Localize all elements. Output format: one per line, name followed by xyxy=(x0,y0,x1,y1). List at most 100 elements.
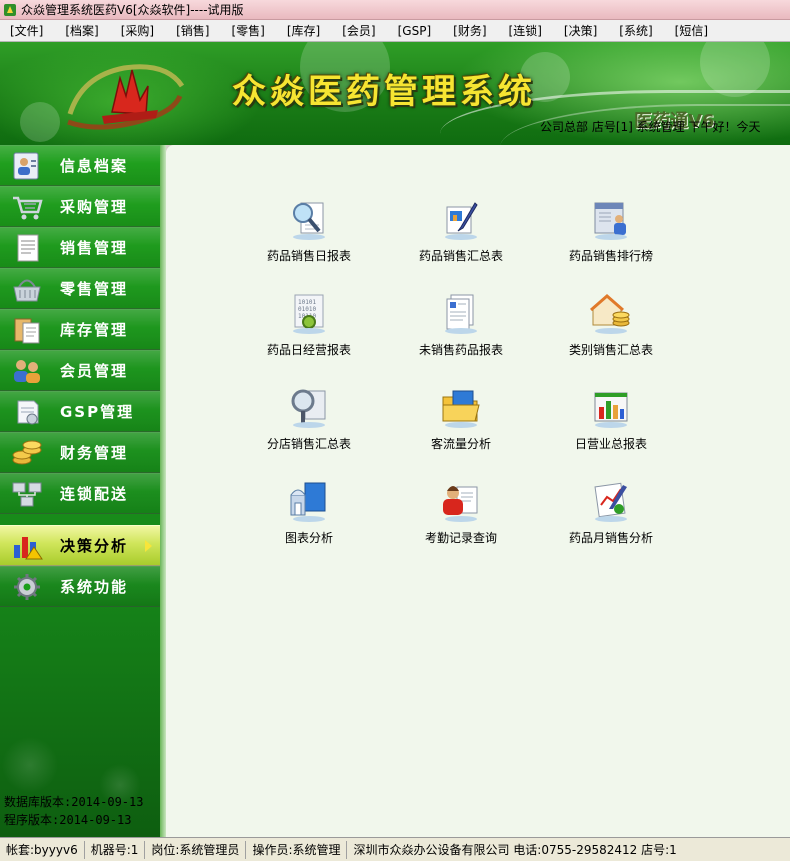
menu-gsp[interactable]: [GSP] xyxy=(394,24,436,38)
report-daily-operations[interactable]: 10101 01010 10110 药品日经营报表 xyxy=(234,291,384,371)
app-version-label: 程序版本:2014-09-13 xyxy=(4,813,132,827)
chart-icon xyxy=(14,536,43,559)
sidebar-item-info-archive[interactable]: 信息档案 xyxy=(0,145,160,186)
session-info: 公司总部 店号[1] 系统管理 下午好！今天 xyxy=(540,120,761,134)
menu-file[interactable]: [文件] xyxy=(6,22,47,39)
menu-bar: [文件] [档案] [采购] [销售] [零售] [库存] [会员] [GSP]… xyxy=(0,20,790,42)
report-branch-summary[interactable]: 分店销售汇总表 xyxy=(234,385,384,465)
report-category-summary[interactable]: 类别销售汇总表 xyxy=(536,291,686,371)
report-chart-analysis[interactable]: 图表分析 xyxy=(234,479,384,559)
sidebar-item-gsp[interactable]: GSP管理 xyxy=(0,391,160,432)
attendance-icon xyxy=(443,486,478,522)
decorative-bubble xyxy=(700,42,770,97)
folder-icon xyxy=(442,390,480,428)
svg-text:10101: 10101 xyxy=(298,299,316,306)
status-bar: 帐套:byyyv6 机器号:1 岗位:系统管理员 操作员:系统管理 深圳市众焱办… xyxy=(0,837,790,861)
menu-member[interactable]: [会员] xyxy=(338,22,379,39)
report-label: 分店销售汇总表 xyxy=(266,437,351,451)
house-coins-icon xyxy=(590,294,630,334)
report-monthly-sales[interactable]: 药品月销售分析 xyxy=(536,479,686,559)
profile-card-icon xyxy=(13,152,39,179)
sidebar-item-sales[interactable]: 销售管理 xyxy=(0,227,160,268)
paper-list-icon xyxy=(445,294,477,334)
header-banner: 众焱医药管理系统 医药通V6 公司总部 店号[1] 系统管理 下午好！今天 xyxy=(0,42,790,145)
bar-chart-icon xyxy=(594,392,628,428)
menu-finance[interactable]: [财务] xyxy=(449,22,490,39)
menu-inventory[interactable]: [库存] xyxy=(283,22,324,39)
report-daily-business[interactable]: 日营业总报表 xyxy=(536,385,686,465)
report-label: 考勤记录查询 xyxy=(424,531,497,545)
report-label: 日营业总报表 xyxy=(574,437,647,451)
sidebar-item-label: GSP管理 xyxy=(60,403,135,421)
report-unsold-drugs[interactable]: 未销售药品报表 xyxy=(386,291,536,371)
gear-icon xyxy=(14,573,40,600)
shopping-cart-icon xyxy=(13,196,43,219)
decorative-bubble xyxy=(20,102,60,142)
sidebar-item-purchase[interactable]: 采购管理 xyxy=(0,186,160,227)
sidebar-item-label: 会员管理 xyxy=(60,362,129,380)
magnifier-report-icon xyxy=(293,202,325,240)
company-logo xyxy=(67,64,185,130)
report-label: 药品销售汇总表 xyxy=(418,249,503,263)
sidebar-item-label: 采购管理 xyxy=(60,198,129,216)
menu-purchase[interactable]: [采购] xyxy=(117,22,158,39)
ranking-report-icon xyxy=(594,202,627,240)
menu-retail[interactable]: [零售] xyxy=(228,22,269,39)
report-sales-summary[interactable]: 药品销售汇总表 xyxy=(386,197,536,277)
menu-decision[interactable]: [决策] xyxy=(560,22,601,39)
sidebar-item-label: 决策分析 xyxy=(60,537,129,555)
status-company: 深圳市众焱办公设备有限公司 电话:0755-29582412 店号:1 xyxy=(353,842,677,857)
sidebar-item-label: 信息档案 xyxy=(60,157,129,175)
report-label: 药品销售排行榜 xyxy=(568,249,653,263)
report-label: 药品销售日报表 xyxy=(266,249,351,263)
sidebar-item-label: 财务管理 xyxy=(60,444,129,462)
binary-data-icon: 10101 01010 10110 xyxy=(293,294,325,334)
window-title: 众焱管理系统医药V6[众焱软件]----试用版 xyxy=(21,3,244,17)
basket-icon xyxy=(13,279,41,301)
pen-report-icon xyxy=(445,202,478,240)
sidebar-item-inventory[interactable]: 库存管理 xyxy=(0,309,160,350)
report-sales-ranking[interactable]: 药品销售排行榜 xyxy=(536,197,686,277)
sidebar-item-decision-analysis[interactable]: 决策分析 xyxy=(0,525,160,566)
report-label: 未销售药品报表 xyxy=(418,343,503,357)
monthly-analysis-icon xyxy=(594,482,627,522)
app-icon xyxy=(4,3,16,16)
db-version-label: 数据库版本:2014-09-13 xyxy=(4,795,144,809)
report-customer-flow[interactable]: 客流量分析 xyxy=(386,385,536,465)
menu-archive[interactable]: [档案] xyxy=(61,22,102,39)
expand-arrow-icon xyxy=(145,540,152,552)
sidebar-item-label: 销售管理 xyxy=(60,239,129,257)
report-label: 客流量分析 xyxy=(430,437,491,451)
sidebar-item-retail[interactable]: 零售管理 xyxy=(0,268,160,309)
network-icon xyxy=(12,482,42,506)
report-daily-sales[interactable]: 药品销售日报表 xyxy=(234,197,384,277)
menu-sales[interactable]: [销售] xyxy=(172,22,213,39)
report-panel: 药品销售日报表 药品销售汇总表 药品销售排行榜 10101 01010 1011… xyxy=(166,145,790,837)
sidebar-item-label: 库存管理 xyxy=(60,321,129,339)
sidebar-item-label: 连锁配送 xyxy=(60,485,129,503)
coins-icon xyxy=(12,440,42,464)
document-icon xyxy=(17,234,39,261)
sidebar-item-label: 系统功能 xyxy=(60,578,129,596)
menu-system[interactable]: [系统] xyxy=(615,22,656,39)
status-account: 帐套:byyyv6 xyxy=(0,840,85,859)
report-label: 图表分析 xyxy=(284,531,333,545)
clipboard-icon xyxy=(14,318,40,343)
sidebar-item-member[interactable]: 会员管理 xyxy=(0,350,160,391)
sidebar-item-system[interactable]: 系统功能 xyxy=(0,566,160,607)
gsp-icon xyxy=(17,400,39,424)
menu-chain[interactable]: [连锁] xyxy=(505,22,546,39)
sidebar-item-finance[interactable]: 财务管理 xyxy=(0,432,160,473)
menu-sms[interactable]: [短信] xyxy=(671,22,712,39)
chart-folder-icon xyxy=(290,482,326,522)
search-branch-icon xyxy=(291,389,326,428)
report-label: 类别销售汇总表 xyxy=(568,343,653,357)
status-machine: 机器号:1 xyxy=(85,840,146,859)
members-icon xyxy=(14,359,40,383)
status-operator: 操作员:系统管理 xyxy=(246,840,348,859)
report-attendance[interactable]: 考勤记录查询 xyxy=(386,479,536,559)
report-label: 药品月销售分析 xyxy=(568,531,653,545)
sidebar-item-chain[interactable]: 连锁配送 xyxy=(0,473,160,514)
title-bar: 众焱管理系统医药V6[众焱软件]----试用版 xyxy=(0,0,790,20)
report-label: 药品日经营报表 xyxy=(266,343,351,357)
